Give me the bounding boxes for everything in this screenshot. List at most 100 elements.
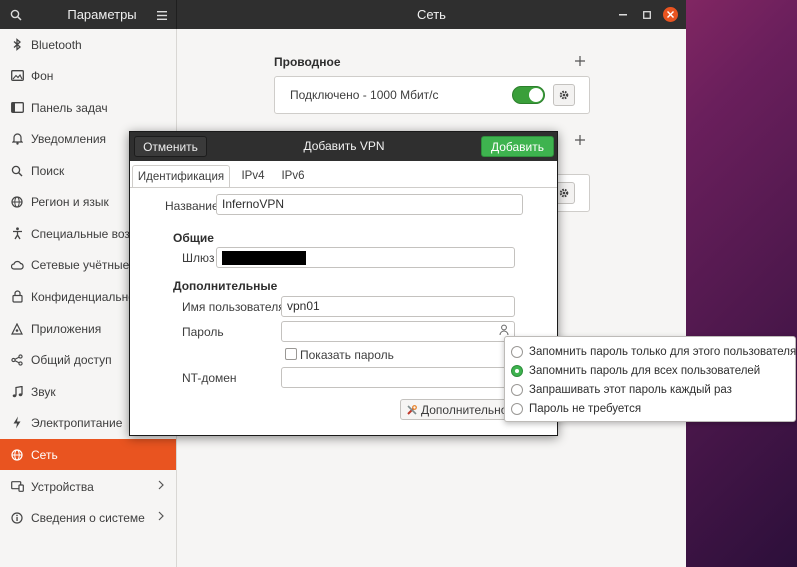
sidebar-item-bluetooth[interactable]: Bluetooth: [0, 29, 176, 60]
app-title: Параметры: [67, 7, 137, 22]
password-storage-menu: Запомнить пароль только для этого пользо…: [504, 336, 796, 422]
show-password-label: Показать пароль: [300, 348, 394, 362]
gear-icon: [559, 90, 569, 100]
cloud-icon: [10, 258, 24, 272]
password-option-not-required[interactable]: Пароль не требуется: [511, 400, 641, 417]
name-field[interactable]: InfernoVPN: [216, 194, 523, 215]
nt-domain-label: NT-домен: [182, 371, 237, 385]
search-icon[interactable]: [8, 7, 24, 23]
radio-button: [511, 345, 523, 358]
sidebar-item-network[interactable]: Сеть: [0, 439, 176, 470]
tab-ipv6[interactable]: IPv6: [275, 165, 311, 188]
option-label: Запомнить пароль только для этого пользо…: [529, 345, 797, 358]
bell-icon: [10, 132, 24, 146]
network-icon: [10, 448, 24, 462]
option-label: Пароль не требуется: [529, 402, 642, 415]
username-label: Имя пользователя: [182, 300, 285, 314]
sidebar-item-label: Уведомления: [31, 131, 107, 146]
sidebar-item-label: Общий доступ: [31, 352, 112, 367]
cancel-button[interactable]: Отменить: [134, 136, 207, 157]
show-password-checkbox[interactable]: [285, 348, 297, 360]
name-label: Название: [165, 199, 219, 213]
header-bar: Параметры Сеть: [0, 0, 686, 29]
sidebar-item-dock[interactable]: Панель задач: [0, 92, 176, 123]
password-field[interactable]: [281, 321, 515, 342]
plus-icon: [575, 56, 585, 66]
redacted-gateway: [222, 251, 306, 265]
wired-toggle[interactable]: [512, 86, 545, 104]
add-button[interactable]: Добавить: [481, 136, 554, 157]
info-icon: [10, 511, 24, 525]
advanced-label: Дополнительно...: [421, 402, 515, 417]
tools-icon: [407, 404, 417, 415]
nt-domain-field[interactable]: [281, 367, 515, 388]
password-option-this-user[interactable]: Запомнить пароль только для этого пользо…: [511, 343, 796, 360]
dialog-header: Отменить Добавить VPN Добавить: [130, 132, 557, 161]
sidebar-item-label: Устройства: [31, 479, 94, 494]
sidebar-item-label: Фон: [31, 68, 54, 83]
option-label: Запрашивать этот пароль каждый раз: [529, 383, 732, 396]
sidebar-item-label: Сеть: [31, 447, 58, 462]
add-vpn-dialog: Отменить Добавить VPN Добавить Идентифик…: [129, 131, 558, 436]
sidebar-item-label: Панель задач: [31, 100, 108, 115]
hamburger-menu-icon[interactable]: [154, 7, 170, 23]
radio-button-selected: [511, 364, 523, 377]
background-icon: [10, 69, 24, 83]
globe-icon: [10, 195, 24, 209]
devices-icon: [10, 480, 24, 494]
bluetooth-icon: [10, 38, 24, 52]
tab-divider: [130, 187, 557, 188]
minimize-button[interactable]: [615, 7, 630, 22]
chevron-right-icon: [158, 510, 164, 524]
wired-settings-button[interactable]: [553, 84, 575, 106]
wired-section-title: Проводное: [274, 55, 341, 69]
sidebar-item-label: Приложения: [31, 321, 102, 336]
sidebar-item-label: Регион и язык: [31, 194, 109, 209]
general-section-title: Общие: [173, 231, 214, 245]
close-icon: [667, 11, 674, 18]
music-note-icon: [10, 385, 24, 399]
header-left: Параметры: [0, 0, 177, 29]
username-field[interactable]: vpn01: [281, 296, 515, 317]
page-title: Сеть: [417, 7, 446, 22]
close-button[interactable]: [663, 7, 678, 22]
accessibility-icon: [10, 227, 24, 241]
sidebar-item-label: Сведения о системе: [31, 510, 145, 525]
dock-icon: [10, 101, 24, 115]
sidebar-item-label: Поиск: [31, 163, 65, 178]
password-option-ask-every-time[interactable]: Запрашивать этот пароль каждый раз: [511, 381, 732, 398]
tab-ipv4[interactable]: IPv4: [234, 165, 272, 188]
sidebar-item-devices[interactable]: Устройства: [0, 471, 176, 502]
additional-section-title: Дополнительные: [173, 279, 278, 293]
search-icon: [10, 164, 24, 178]
advanced-button[interactable]: Дополнительно...: [400, 399, 515, 420]
dialog-title: Добавить VPN: [303, 139, 385, 153]
option-label: Запомнить пароль для всех пользователей: [529, 364, 761, 377]
sidebar-item-label: Сетевые учётные за: [31, 257, 145, 272]
lock-icon: [10, 290, 24, 304]
sidebar-item-label: Bluetooth: [31, 37, 82, 52]
gateway-field[interactable]: [216, 247, 515, 268]
share-icon: [10, 353, 24, 367]
sidebar-item-label: Электропитание: [31, 415, 123, 430]
dialog-tabs: Идентификация IPv4 IPv6: [130, 161, 557, 188]
gear-icon: [559, 188, 569, 198]
sidebar-item-label: Звук: [31, 384, 56, 399]
password-label: Пароль: [182, 325, 224, 339]
sidebar-item-background[interactable]: Фон: [0, 60, 176, 91]
add-vpn-button[interactable]: [573, 134, 587, 148]
wired-status-label: Подключено - 1000 Мбит/с: [290, 88, 439, 102]
password-option-all-users[interactable]: Запомнить пароль для всех пользователей: [511, 362, 760, 379]
wired-connection-card: Подключено - 1000 Мбит/с: [274, 76, 590, 114]
apps-icon: [10, 322, 24, 336]
radio-button: [511, 402, 523, 415]
radio-button: [511, 383, 523, 396]
plus-icon: [575, 135, 585, 145]
sidebar-item-label: Специальные возмо: [31, 226, 145, 241]
add-wired-button[interactable]: [573, 55, 587, 69]
maximize-button[interactable]: [639, 7, 654, 22]
gateway-label: Шлюз: [182, 251, 215, 265]
tab-identity[interactable]: Идентификация: [132, 165, 230, 188]
sidebar-item-about[interactable]: Сведения о системе: [0, 502, 176, 533]
chevron-right-icon: [158, 479, 164, 493]
